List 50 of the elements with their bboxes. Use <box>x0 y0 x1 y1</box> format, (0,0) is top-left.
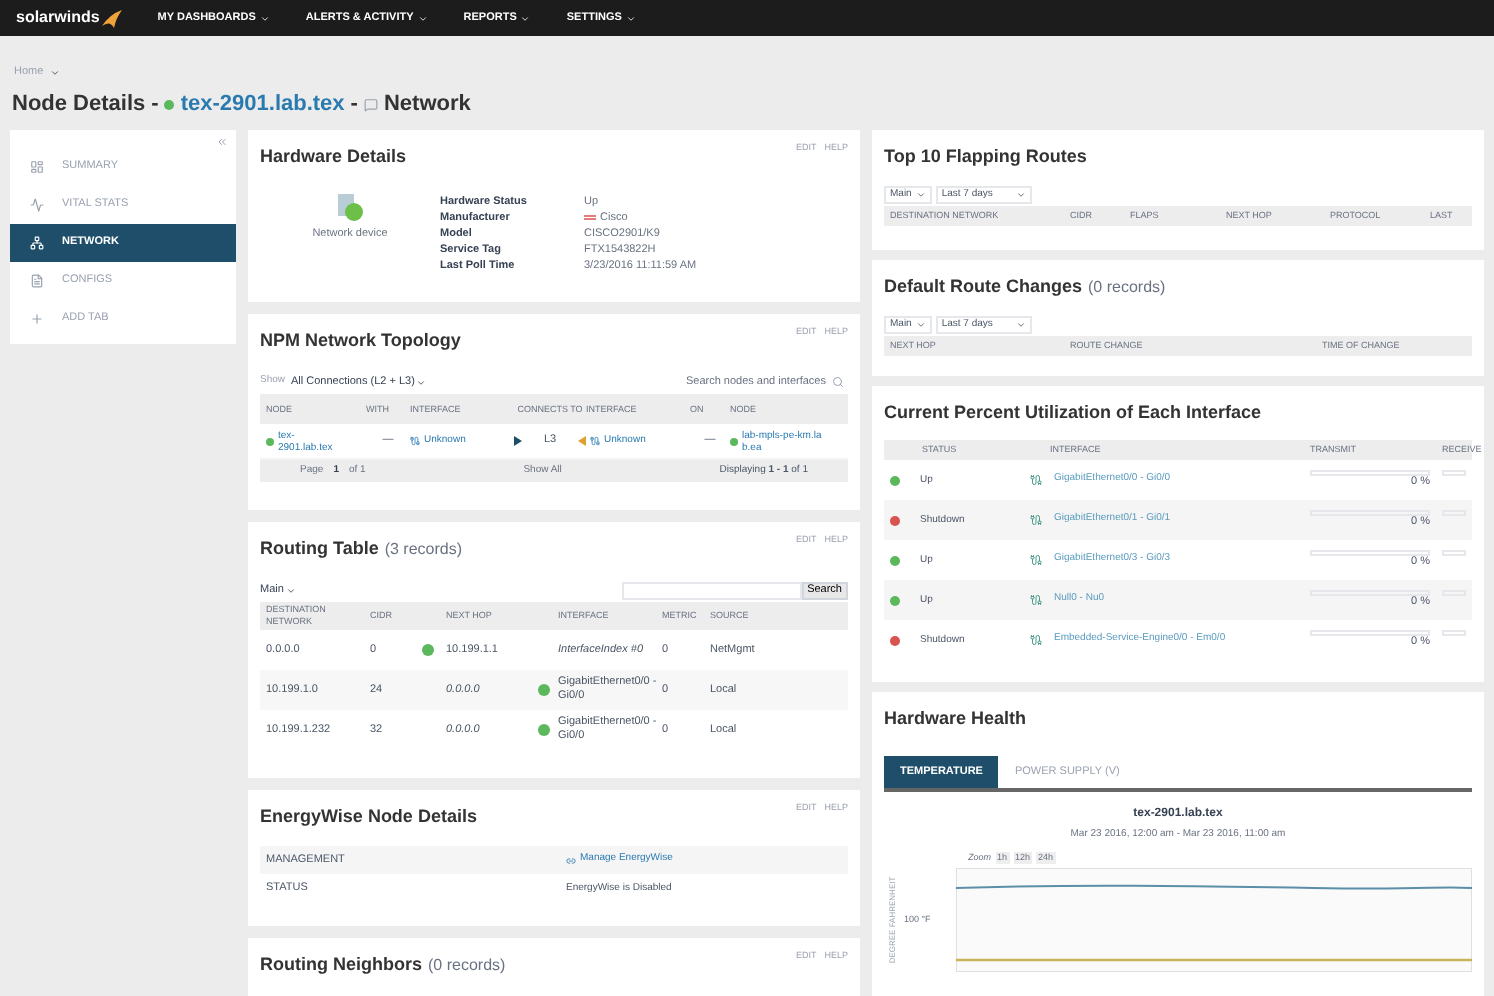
arrow-icon <box>514 436 522 447</box>
view-title: Network <box>383 89 471 120</box>
caret-icon <box>259 13 270 23</box>
panel-title: Default Route Changes <box>884 274 1083 300</box>
caret-icon <box>1015 320 1026 330</box>
network-icon <box>30 236 44 250</box>
link-icon <box>566 855 576 865</box>
panel-title: EnergyWise Node Details <box>260 804 477 830</box>
panel-title: Hardware Details <box>260 144 407 170</box>
caret-icon <box>625 13 636 23</box>
caret-icon <box>915 320 926 330</box>
logo-swoosh-icon <box>101 9 122 27</box>
pulse-icon <box>30 198 44 212</box>
record-count: (3 records) <box>384 538 463 562</box>
panel-title: Routing Neighbors <box>260 952 422 978</box>
title-separator: - <box>350 89 358 120</box>
caret-icon <box>417 13 428 23</box>
panel-title: Hardware Health <box>884 706 1027 732</box>
caret-icon <box>520 13 531 23</box>
dashboard-icon <box>30 160 44 174</box>
record-count: (0 records) <box>1088 276 1166 300</box>
search-field[interactable] <box>621 582 802 600</box>
logo-text: solarwinds <box>16 6 100 30</box>
search-icon[interactable] <box>832 376 844 389</box>
caret-icon <box>1015 190 1026 200</box>
caret-icon <box>915 190 926 200</box>
node-link[interactable]: tex-2901.lab.tex <box>180 87 345 121</box>
interface-icon <box>1030 474 1042 486</box>
chat-icon <box>363 97 378 111</box>
interface-icon <box>410 436 420 447</box>
page-title: Node Details - <box>12 89 159 120</box>
interface-icon <box>1030 594 1042 606</box>
network-device-icon <box>336 194 364 222</box>
interface-icon <box>1030 554 1042 566</box>
interface-icon <box>1030 514 1042 526</box>
panel-title: NPM Network Topology <box>260 328 461 354</box>
plus-icon <box>30 312 44 326</box>
caret-icon[interactable] <box>49 67 60 77</box>
vendor-logo-icon <box>584 214 596 222</box>
record-count: (0 records) <box>428 954 506 978</box>
interface-icon <box>590 436 600 447</box>
panel-title: Routing Table <box>260 536 379 562</box>
interface-icon <box>1030 634 1042 646</box>
document-icon <box>30 274 44 288</box>
caret-icon <box>285 586 296 596</box>
collapse-icon[interactable] <box>216 136 228 148</box>
caret-icon <box>416 377 427 388</box>
arrow-icon <box>578 436 586 447</box>
panel-title: Current Percent Utilization of Each Interface <box>884 400 1262 426</box>
panel-title: Top 10 Flapping Routes <box>884 144 1087 170</box>
